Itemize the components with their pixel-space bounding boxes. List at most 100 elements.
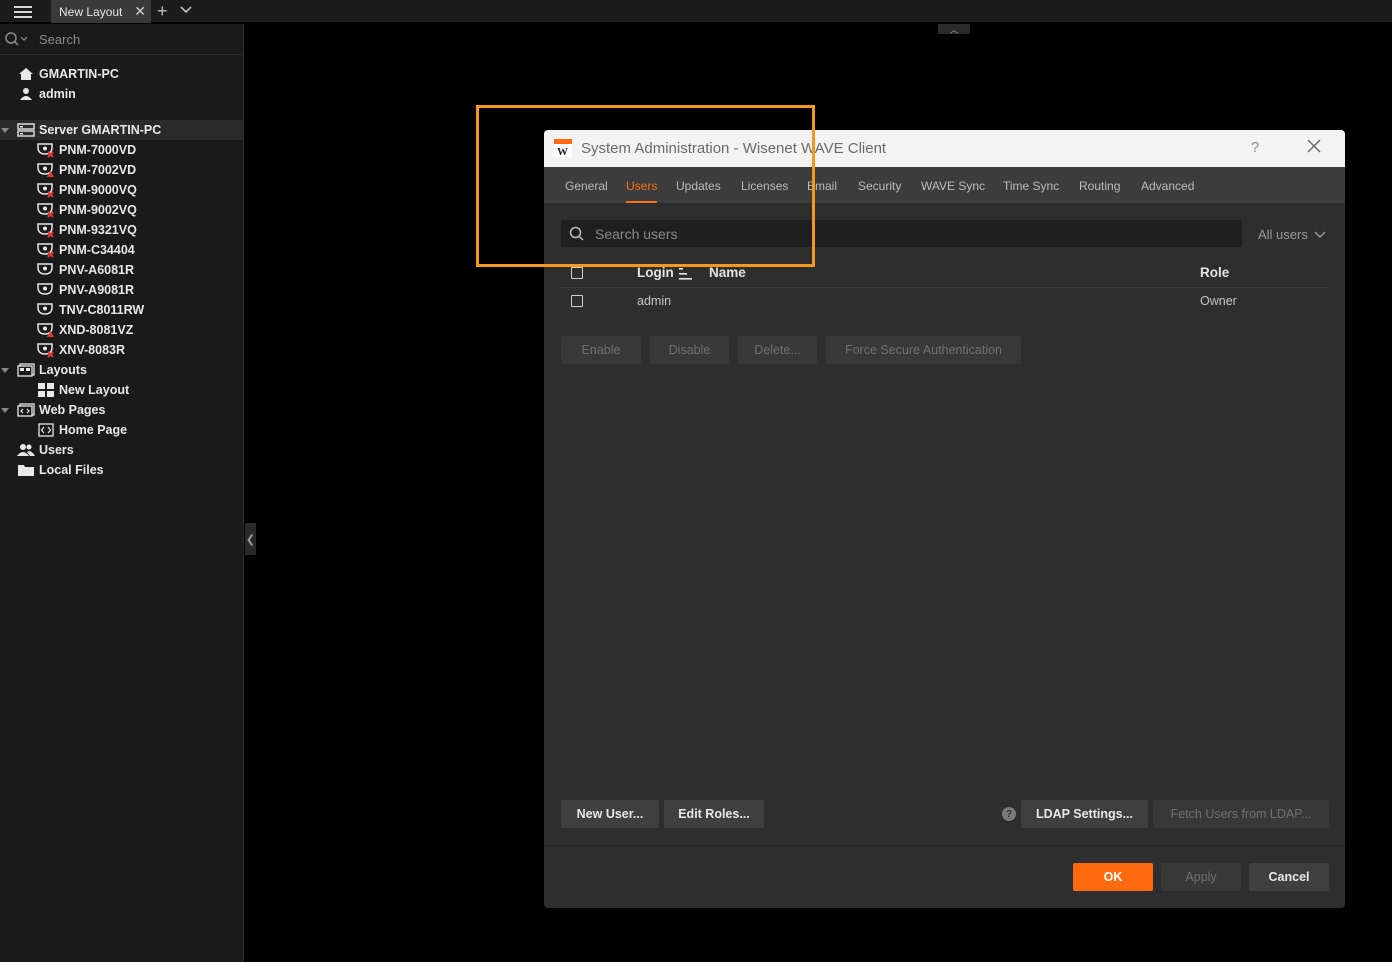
delete-button[interactable]: Delete...: [738, 336, 817, 364]
expand-arrow-icon[interactable]: [1, 128, 9, 133]
users-icon: [17, 442, 35, 458]
close-icon[interactable]: [1306, 138, 1322, 159]
camera-icon: [37, 222, 55, 238]
tree-item-camera[interactable]: PNM-7002VD: [37, 160, 136, 180]
users-filter-dropdown[interactable]: All users: [1258, 227, 1326, 242]
tree-item-label: Local Files: [39, 463, 104, 477]
ok-button[interactable]: OK: [1073, 863, 1153, 891]
tree-item-label: XND-8081VZ: [59, 323, 134, 337]
top-tab-bar: New Layout ✕ +: [0, 0, 1392, 23]
camera-icon: [37, 262, 55, 278]
layout-grid-icon: [37, 382, 55, 398]
tree-item-camera[interactable]: TNV-C8011RW: [37, 300, 144, 320]
camera-icon: [37, 162, 55, 178]
resource-tree-panel: Search GMARTIN-PC admin Server GMARTIN-P…: [0, 24, 244, 962]
show-top-bar-handle[interactable]: ︿: [938, 24, 970, 35]
tree-item-camera[interactable]: PNV-A6081R: [37, 260, 134, 280]
row-role: Owner: [1200, 294, 1237, 308]
select-all-checkbox[interactable]: [571, 267, 583, 279]
column-name[interactable]: Name: [709, 265, 746, 280]
fetch-users-ldap-button[interactable]: Fetch Users from LDAP...: [1153, 800, 1329, 828]
users-filter-label: All users: [1258, 227, 1308, 242]
tree-item-camera[interactable]: PNM-9321VQ: [37, 220, 137, 240]
enable-button[interactable]: Enable: [561, 336, 641, 364]
tree-item-user[interactable]: admin: [17, 84, 76, 104]
edit-roles-button[interactable]: Edit Roles...: [664, 800, 764, 828]
tree-item-server[interactable]: Server GMARTIN-PC: [0, 120, 243, 140]
tabs-dropdown-button[interactable]: [180, 2, 192, 20]
tab-advanced[interactable]: Advanced: [1141, 179, 1194, 193]
main-menu-button[interactable]: [0, 0, 46, 23]
camera-icon: [37, 322, 55, 338]
layout-tab[interactable]: New Layout ✕: [51, 0, 151, 23]
tree-item-camera[interactable]: PNM-7000VD: [37, 140, 136, 160]
tree-item-label: Server GMARTIN-PC: [39, 123, 162, 137]
expand-arrow-icon[interactable]: [1, 368, 9, 373]
tree-item-camera[interactable]: PNM-9002VQ: [37, 200, 137, 220]
camera-icon: [37, 202, 55, 218]
tree-item-web-pages[interactable]: Web Pages: [0, 400, 105, 420]
tree-item-layouts[interactable]: Layouts: [0, 360, 87, 380]
tree-search-placeholder: Search: [39, 32, 81, 47]
apply-button[interactable]: Apply: [1161, 863, 1241, 891]
collapse-panel-handle[interactable]: ❮: [245, 523, 256, 555]
folder-icon: [17, 462, 35, 478]
tree-item-label: admin: [39, 87, 76, 101]
camera-icon: [37, 182, 55, 198]
tree-item-label: Web Pages: [39, 403, 106, 417]
sort-icon[interactable]: [679, 267, 693, 285]
tab-time-sync[interactable]: Time Sync: [1003, 179, 1059, 193]
server-icon: [17, 122, 35, 138]
tree-item-label: PNM-7002VD: [59, 163, 137, 177]
web-pages-icon: [17, 402, 35, 418]
tree-item-label: Users: [39, 443, 74, 457]
camera-icon: [37, 302, 55, 318]
tree-search[interactable]: Search: [0, 24, 244, 55]
tree-item-camera[interactable]: XNV-8083R: [37, 340, 125, 360]
tree-item-host[interactable]: GMARTIN-PC: [17, 64, 119, 84]
tree-item-camera[interactable]: XND-8081VZ: [37, 320, 133, 340]
tree-item-label: GMARTIN-PC: [39, 67, 119, 81]
tree-item-camera[interactable]: PNV-A9081R: [37, 280, 134, 300]
tree-item-label: PNM-C34404: [59, 243, 135, 257]
web-page-icon: [37, 422, 55, 438]
new-user-button[interactable]: New User...: [561, 800, 659, 828]
user-icon: [17, 86, 35, 102]
app-window: New Layout ✕ + Search GMARTIN-PC admin S…: [0, 0, 1392, 962]
home-icon: [17, 66, 35, 82]
layout-tab-label: New Layout: [59, 4, 123, 19]
tab-wave-sync[interactable]: WAVE Sync: [921, 179, 985, 193]
tree-item-label: Home Page: [59, 423, 128, 437]
row-checkbox[interactable]: [571, 295, 583, 307]
cancel-button[interactable]: Cancel: [1249, 863, 1329, 891]
hamburger-icon: [14, 5, 32, 18]
tree-item-label: TNV-C8011RW: [59, 303, 145, 317]
table-header-divider: [561, 287, 1328, 288]
column-login[interactable]: Login: [637, 265, 674, 280]
tree-item-local-files[interactable]: Local Files: [17, 460, 104, 480]
tree-item-users[interactable]: Users: [17, 440, 74, 460]
camera-icon: [37, 342, 55, 358]
tab-security[interactable]: Security: [858, 179, 901, 193]
tree-item-camera[interactable]: PNM-9000VQ: [37, 180, 137, 200]
expand-arrow-icon[interactable]: [1, 408, 9, 413]
force-secure-authentication-button[interactable]: Force Secure Authentication: [826, 336, 1021, 364]
footer-divider: [544, 845, 1345, 846]
tree-item-camera[interactable]: PNM-C34404: [37, 240, 135, 260]
row-login: admin: [637, 294, 672, 308]
tab-routing[interactable]: Routing: [1079, 179, 1120, 193]
add-tab-button[interactable]: +: [157, 1, 168, 22]
tree-item-new-layout[interactable]: New Layout: [37, 380, 129, 400]
tree-item-label: Layouts: [39, 363, 87, 377]
tree-item-home-page[interactable]: Home Page: [37, 420, 127, 440]
chevron-down-icon: [180, 6, 192, 14]
tree-item-label: PNV-A6081R: [59, 263, 135, 277]
help-icon[interactable]: ?: [1251, 139, 1259, 156]
close-tab-icon[interactable]: ✕: [134, 3, 146, 20]
ldap-help-icon[interactable]: ?: [1002, 807, 1016, 821]
disable-button[interactable]: Disable: [650, 336, 729, 364]
tree-item-label: XNV-8083R: [59, 343, 126, 357]
column-role[interactable]: Role: [1200, 265, 1229, 280]
ldap-settings-button[interactable]: LDAP Settings...: [1021, 800, 1148, 828]
search-icon: [4, 31, 30, 52]
